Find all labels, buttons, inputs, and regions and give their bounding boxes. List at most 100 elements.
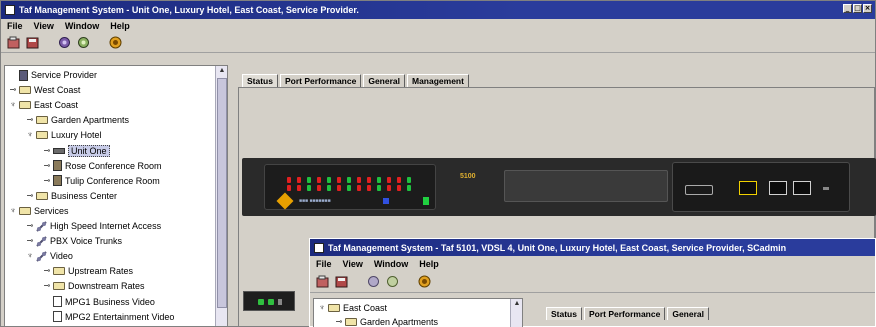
leaf-spacer (43, 298, 51, 306)
tree-node-label: PBX Voice Trunks (50, 236, 123, 247)
link-icon (36, 235, 47, 247)
status-led (347, 185, 351, 191)
tree-node[interactable]: ⊸ PBX Voice Trunks (26, 234, 122, 248)
tree-node[interactable]: ⊸ Garden Apartments (26, 113, 129, 127)
status-led (297, 185, 301, 191)
expanded-node-icon[interactable]: ♆ (9, 101, 17, 109)
status-led (357, 177, 361, 183)
tab-management[interactable]: Management (406, 74, 469, 87)
collapsed-node-icon[interactable]: ⊸ (9, 86, 17, 94)
tab-port-performance[interactable]: Port Performance (583, 307, 666, 320)
refresh-icon[interactable] (366, 275, 380, 289)
maximize-button[interactable]: □ (853, 4, 862, 13)
tree-node[interactable]: ♆ East Coast (318, 301, 387, 315)
tree-node[interactable]: ⊸ Garden Apartments (335, 315, 438, 327)
tab-general[interactable]: General (667, 307, 709, 320)
main-title-bar[interactable]: Taf Management System - Unit One, Luxury… (1, 1, 875, 19)
collapsed-node-icon[interactable]: ⊸ (26, 237, 34, 245)
collapsed-node-icon[interactable]: ⊸ (26, 222, 34, 230)
tree-node-label: MPG1 Business Video (65, 296, 155, 307)
minimize-button[interactable]: _ (843, 4, 852, 13)
expanded-node-icon[interactable]: ♆ (26, 252, 34, 260)
tree-node[interactable]: ⊸ Downstream Rates (43, 279, 145, 293)
tab-port-performance[interactable]: Port Performance (279, 74, 362, 87)
tree-node-label: Rose Conference Room (65, 160, 162, 171)
navigation-tree[interactable]: Service Provider ⊸ West Coast ♆ East Coast ⊸ G… (4, 65, 228, 327)
save-icon[interactable] (334, 275, 348, 289)
tree-node[interactable]: MPG2 Entertainment Video (43, 310, 174, 324)
tab-status[interactable]: Status (242, 74, 278, 87)
collapsed-node-icon[interactable]: ⊸ (26, 191, 34, 200)
collapsed-node-icon[interactable]: ⊸ (26, 116, 34, 124)
menu-view[interactable]: View (34, 21, 54, 31)
collapsed-node-icon[interactable]: ⊸ (43, 267, 51, 275)
serial-port (685, 185, 713, 195)
alarm-icon[interactable] (417, 275, 431, 289)
expanded-node-icon[interactable]: ♆ (26, 131, 34, 139)
refresh-icon[interactable] (57, 36, 71, 50)
collapsed-node-icon[interactable]: ⊸ (43, 176, 51, 185)
tree-node-label: East Coast (343, 303, 388, 313)
collapsed-node-icon[interactable]: ⊸ (335, 318, 343, 326)
menu-file[interactable]: File (7, 21, 23, 31)
second-navigation-tree[interactable]: ♆ East Coast ⊸ Garden Apartments ▲ (313, 298, 523, 327)
menu-help[interactable]: Help (110, 21, 130, 31)
tree-node[interactable]: ♆ Services (9, 204, 69, 218)
folder-icon (53, 267, 65, 276)
tree-node[interactable]: ⊸ Rose Conference Room (43, 159, 162, 173)
tree-node-label: Business Center (51, 190, 118, 201)
close-button[interactable]: × (863, 4, 872, 13)
expanded-node-icon[interactable]: ♆ (9, 206, 17, 215)
alarm-icon[interactable] (108, 36, 122, 50)
tree-node-label: Service Provider (31, 70, 98, 80)
tree-node[interactable]: ⊸ High Speed Internet Access (26, 219, 161, 233)
link-icon (36, 250, 47, 262)
tree-node[interactable]: ⊸ Tulip Conference Room (43, 174, 160, 188)
power-indicator-icon (276, 192, 294, 210)
settings-icon[interactable] (76, 36, 90, 50)
collapsed-node-icon[interactable]: ⊸ (43, 161, 51, 170)
leaf-spacer (9, 71, 17, 79)
doc-icon (53, 296, 62, 307)
menu-file[interactable]: File (316, 259, 332, 269)
tab-status[interactable]: Status (546, 307, 582, 320)
tree-node-label: Upstream Rates (68, 266, 134, 277)
collapsed-node-icon[interactable]: ⊸ (43, 282, 51, 290)
collapsed-node-icon[interactable]: ⊸ (43, 146, 51, 155)
second-tree-scrollbar[interactable]: ▲ (510, 299, 522, 327)
settings-icon[interactable] (385, 275, 399, 289)
scroll-up-arrow[interactable]: ▲ (216, 66, 227, 76)
tree-node[interactable]: ♆ East Coast (9, 98, 78, 112)
device-port-bank (672, 162, 850, 212)
tree-node[interactable]: ⊸ Unit One (43, 144, 110, 158)
menu-window[interactable]: Window (65, 21, 99, 31)
second-menu-bar: File View Window Help (310, 256, 875, 271)
tree-scrollbar[interactable]: ▲ (215, 66, 227, 326)
tree-node[interactable]: ♆ Luxury Hotel (26, 128, 102, 142)
tree-node[interactable]: ⊸ West Coast (9, 83, 81, 97)
device-port-label: ■■■ ■■■■■■■ (299, 198, 331, 204)
status-led-1 (258, 299, 264, 305)
second-title-bar[interactable]: Taf Management System - Taf 5101, VDSL 4… (310, 239, 875, 256)
menu-window[interactable]: Window (374, 259, 408, 269)
ethernet-port-3 (793, 181, 811, 195)
main-menu-bar: File View Window Help (1, 19, 875, 33)
save-icon[interactable] (25, 36, 39, 50)
open-icon[interactable] (6, 36, 20, 50)
tree-node[interactable]: Service Provider (9, 68, 97, 82)
status-led (367, 177, 371, 183)
tree-node[interactable]: ⊸ Business Center (26, 189, 117, 203)
scroll-thumb[interactable] (217, 78, 227, 308)
tree-node[interactable]: ♆ Video (26, 249, 73, 263)
open-icon[interactable] (315, 275, 329, 289)
menu-view[interactable]: View (343, 259, 363, 269)
second-tab-strip: Status Port Performance General (546, 307, 709, 320)
tab-general[interactable]: General (363, 74, 405, 87)
tree-node[interactable]: MPG1 Business Video (43, 295, 155, 309)
status-led (317, 185, 321, 191)
scroll-up-arrow[interactable]: ▲ (511, 299, 522, 309)
tree-node-label: Downstream Rates (68, 281, 145, 292)
menu-help[interactable]: Help (419, 259, 439, 269)
tree-node[interactable]: ⊸ Upstream Rates (43, 264, 133, 278)
expanded-node-icon[interactable]: ♆ (318, 304, 326, 312)
